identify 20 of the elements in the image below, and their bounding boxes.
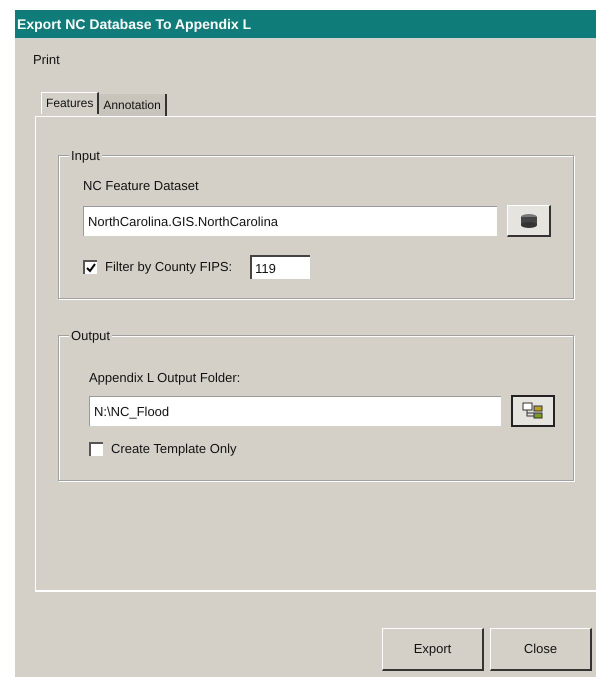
window-title: Export NC Database To Appendix L	[17, 14, 252, 34]
tab[interactable]: Annotation	[99, 94, 167, 116]
menu-item[interactable]: Print	[33, 50, 60, 70]
dialog-button[interactable]: Export	[382, 628, 484, 670]
folder-browse-button[interactable]	[511, 395, 555, 427]
tab[interactable]: Features	[41, 92, 100, 114]
checkbox-label: Create Template Only	[111, 440, 236, 458]
check-icon	[86, 263, 96, 273]
dialog-button[interactable]: Close	[490, 628, 592, 670]
field-label: NC Feature Dataset	[83, 176, 200, 194]
dataset-browse-button[interactable]	[507, 205, 551, 237]
dataset-field[interactable]: NorthCarolina.GIS.NorthCarolina	[83, 206, 497, 236]
fips-field[interactable]: 119	[250, 255, 310, 279]
folder-field[interactable]: N:\NC_Flood	[89, 396, 501, 426]
checkbox-label: Filter by County FIPS:	[105, 258, 232, 276]
checkbox[interactable]	[89, 442, 103, 456]
checkbox[interactable]	[83, 260, 97, 274]
database-icon	[520, 214, 538, 228]
folder-tree-icon	[522, 402, 544, 420]
field-label: Appendix L Output Folder:	[89, 368, 242, 387]
